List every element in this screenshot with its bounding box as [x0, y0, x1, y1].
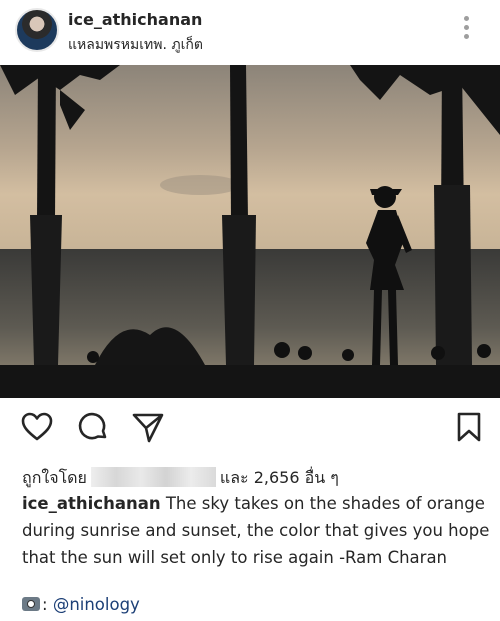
send-icon[interactable] — [131, 410, 165, 444]
more-vertical-icon[interactable] — [460, 16, 472, 42]
likes-summary[interactable]: ถูกใจโดย และ 2,656 อื่น ๆ — [22, 466, 339, 491]
post-username[interactable]: ice_athichanan — [68, 10, 202, 29]
post-caption: ice_athichanan The sky takes on the shad… — [22, 490, 492, 571]
comment-icon[interactable] — [76, 410, 110, 444]
likes-count[interactable]: และ 2,656 อื่น ๆ — [220, 468, 339, 487]
credit-prefix: : — [42, 595, 48, 614]
post-location[interactable]: แหลมพรหมเทพ. ภูเก็ต — [68, 34, 203, 56]
blurred-username — [90, 467, 216, 487]
camera-icon — [22, 597, 40, 611]
post-header: ice_athichanan แหลมพรหมเทพ. ภูเก็ต — [0, 0, 500, 64]
photo-credit: : @ninology — [22, 595, 140, 614]
likes-prefix: ถูกใจโดย — [22, 468, 87, 487]
caption-username[interactable]: ice_athichanan — [22, 494, 161, 513]
post-photo[interactable] — [0, 65, 500, 398]
avatar[interactable] — [15, 8, 59, 52]
credit-mention[interactable]: @ninology — [53, 595, 140, 614]
bookmark-icon[interactable] — [456, 410, 482, 444]
heart-icon[interactable] — [20, 410, 54, 444]
post-actions — [0, 410, 500, 450]
